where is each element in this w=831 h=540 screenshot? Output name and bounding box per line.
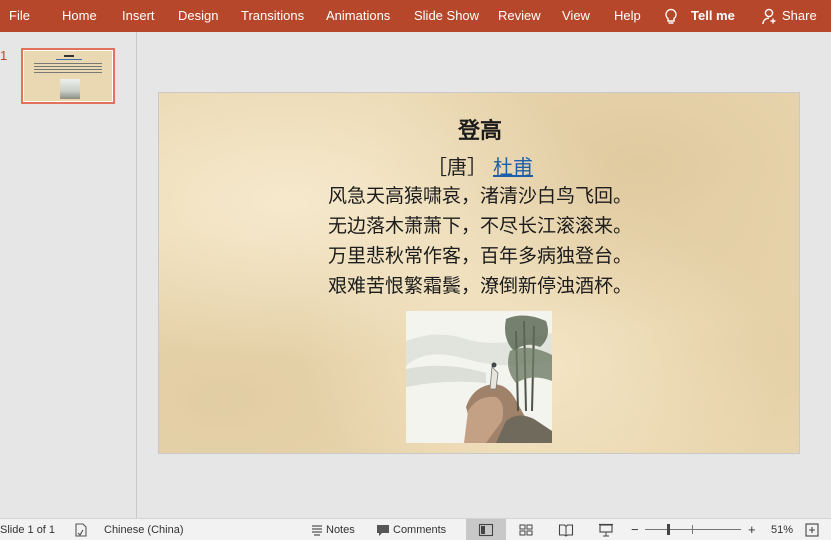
- zoom-out-button[interactable]: −: [631, 519, 639, 540]
- thumbnail-painting: [60, 79, 80, 99]
- zoom-slider-thumb[interactable]: [667, 524, 670, 535]
- thumbnail-text-line: [34, 69, 102, 70]
- thumbnail-preview: [24, 51, 112, 101]
- thumbnail-title-line: [64, 55, 74, 57]
- author-link[interactable]: 杜甫: [493, 155, 533, 179]
- poem-body[interactable]: 风急天高猿啸哀，渚清沙白鸟飞回。 无边落木萧萧下，不尽长江滚滚来。 万里悲秋常作…: [159, 181, 801, 301]
- projector-screen-icon: [599, 523, 613, 537]
- tab-file[interactable]: File: [9, 0, 30, 32]
- thumbnail-byline-line: [56, 59, 82, 60]
- zoom-level[interactable]: 51%: [771, 519, 793, 540]
- poem-byline: ［唐］ 杜甫: [159, 151, 801, 180]
- zoom-slider-midmark: [692, 525, 693, 534]
- tab-review[interactable]: Review: [498, 0, 541, 32]
- slide-sorter-button[interactable]: [506, 519, 546, 540]
- thumbnail-text-line: [34, 66, 102, 67]
- thumbnail-text-line: [34, 72, 102, 73]
- status-bar: Slide 1 of 1 Chinese (China) Notes Comme…: [0, 518, 831, 540]
- notes-button[interactable]: Notes: [326, 519, 355, 540]
- slide-show-button[interactable]: [586, 519, 626, 540]
- normal-view-button[interactable]: [466, 519, 506, 540]
- fit-to-window-icon[interactable]: [804, 522, 820, 538]
- tab-transitions[interactable]: Transitions: [241, 0, 304, 32]
- reading-view-button[interactable]: [546, 519, 586, 540]
- zoom-in-button[interactable]: +: [748, 519, 756, 540]
- slide-number: 1: [0, 48, 8, 63]
- slide-thumbnail[interactable]: [21, 48, 115, 104]
- poem-line: 艰难苦恨繁霜鬓，潦倒新停浊酒杯。: [327, 275, 632, 297]
- tab-help[interactable]: Help: [614, 0, 641, 32]
- tab-animations[interactable]: Animations: [326, 0, 390, 32]
- normal-view-icon: [478, 523, 494, 537]
- slide-counter: Slide 1 of 1: [0, 524, 56, 536]
- spellcheck-icon[interactable]: [73, 522, 89, 538]
- slide-canvas[interactable]: 登高 ［唐］ 杜甫 风急天高猿啸哀，渚清沙白鸟飞回。 无边落木萧萧下，不尽长江滚滚…: [158, 92, 800, 454]
- slide-sorter-icon: [519, 524, 533, 536]
- tab-design[interactable]: Design: [178, 0, 218, 32]
- dynasty-label: ［唐］: [427, 155, 487, 179]
- tab-insert[interactable]: Insert: [122, 0, 155, 32]
- comment-icon[interactable]: [375, 522, 391, 538]
- tab-home[interactable]: Home: [62, 0, 97, 32]
- zoom-slider-track[interactable]: [645, 529, 741, 530]
- lightbulb-icon[interactable]: [663, 8, 679, 26]
- person-share-icon[interactable]: [762, 8, 778, 25]
- slide-thumbnail-pane: 1: [0, 32, 137, 518]
- tell-me-box[interactable]: Tell me: [691, 0, 735, 32]
- tab-view[interactable]: View: [562, 0, 590, 32]
- poem-line: 万里悲秋常作客，百年多病独登台。: [327, 245, 632, 267]
- poem-line: 无边落木萧萧下，不尽长江滚滚来。: [327, 215, 632, 237]
- ribbon-tab-bar: File Home Insert Design Transitions Anim…: [0, 0, 831, 32]
- tab-slide-show[interactable]: Slide Show: [414, 0, 479, 32]
- comments-button[interactable]: Comments: [393, 519, 446, 540]
- poem-line: 风急天高猿啸哀，渚清沙白鸟飞回。: [327, 185, 632, 207]
- language-indicator[interactable]: Chinese (China): [104, 519, 183, 540]
- notes-icon[interactable]: [309, 522, 325, 538]
- poem-title[interactable]: 登高: [159, 113, 801, 145]
- slide-editing-area: 登高 ［唐］ 杜甫 风急天高猿啸哀，渚清沙白鸟飞回。 无边落木萧萧下，不尽长江滚滚…: [138, 32, 831, 518]
- share-button[interactable]: Share: [782, 0, 817, 32]
- book-icon: [558, 524, 574, 537]
- thumbnail-text-line: [34, 63, 102, 64]
- landscape-painting-image[interactable]: [406, 311, 552, 443]
